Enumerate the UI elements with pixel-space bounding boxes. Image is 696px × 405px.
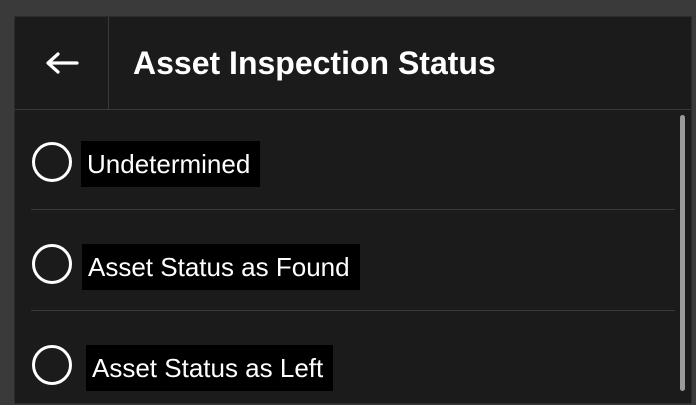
option-label: Asset Status as Left — [86, 345, 334, 391]
dialog-title: Asset Inspection Status — [133, 45, 496, 81]
option-label: Undetermined — [81, 141, 261, 187]
divider — [31, 310, 675, 311]
scrollbar[interactable] — [680, 115, 685, 391]
background-frame: Asset Inspection Status Undetermined Ass… — [0, 0, 696, 405]
radio-button[interactable] — [32, 345, 72, 385]
radio-button[interactable] — [32, 142, 72, 182]
option-label: Asset Status as Found — [82, 244, 360, 290]
option-asset-status-as-found[interactable]: Asset Status as Found — [15, 211, 675, 311]
arrow-left-icon — [45, 52, 79, 74]
asset-inspection-status-dialog: Asset Inspection Status Undetermined Ass… — [14, 16, 692, 404]
option-asset-status-as-left[interactable]: Asset Status as Left — [15, 312, 675, 403]
status-option-list: Undetermined Asset Status as Found Asset… — [15, 110, 691, 403]
divider — [31, 209, 675, 210]
back-button[interactable] — [15, 17, 109, 109]
option-undetermined[interactable]: Undetermined — [15, 110, 675, 210]
dialog-header: Asset Inspection Status — [15, 17, 691, 110]
radio-button[interactable] — [32, 244, 72, 284]
